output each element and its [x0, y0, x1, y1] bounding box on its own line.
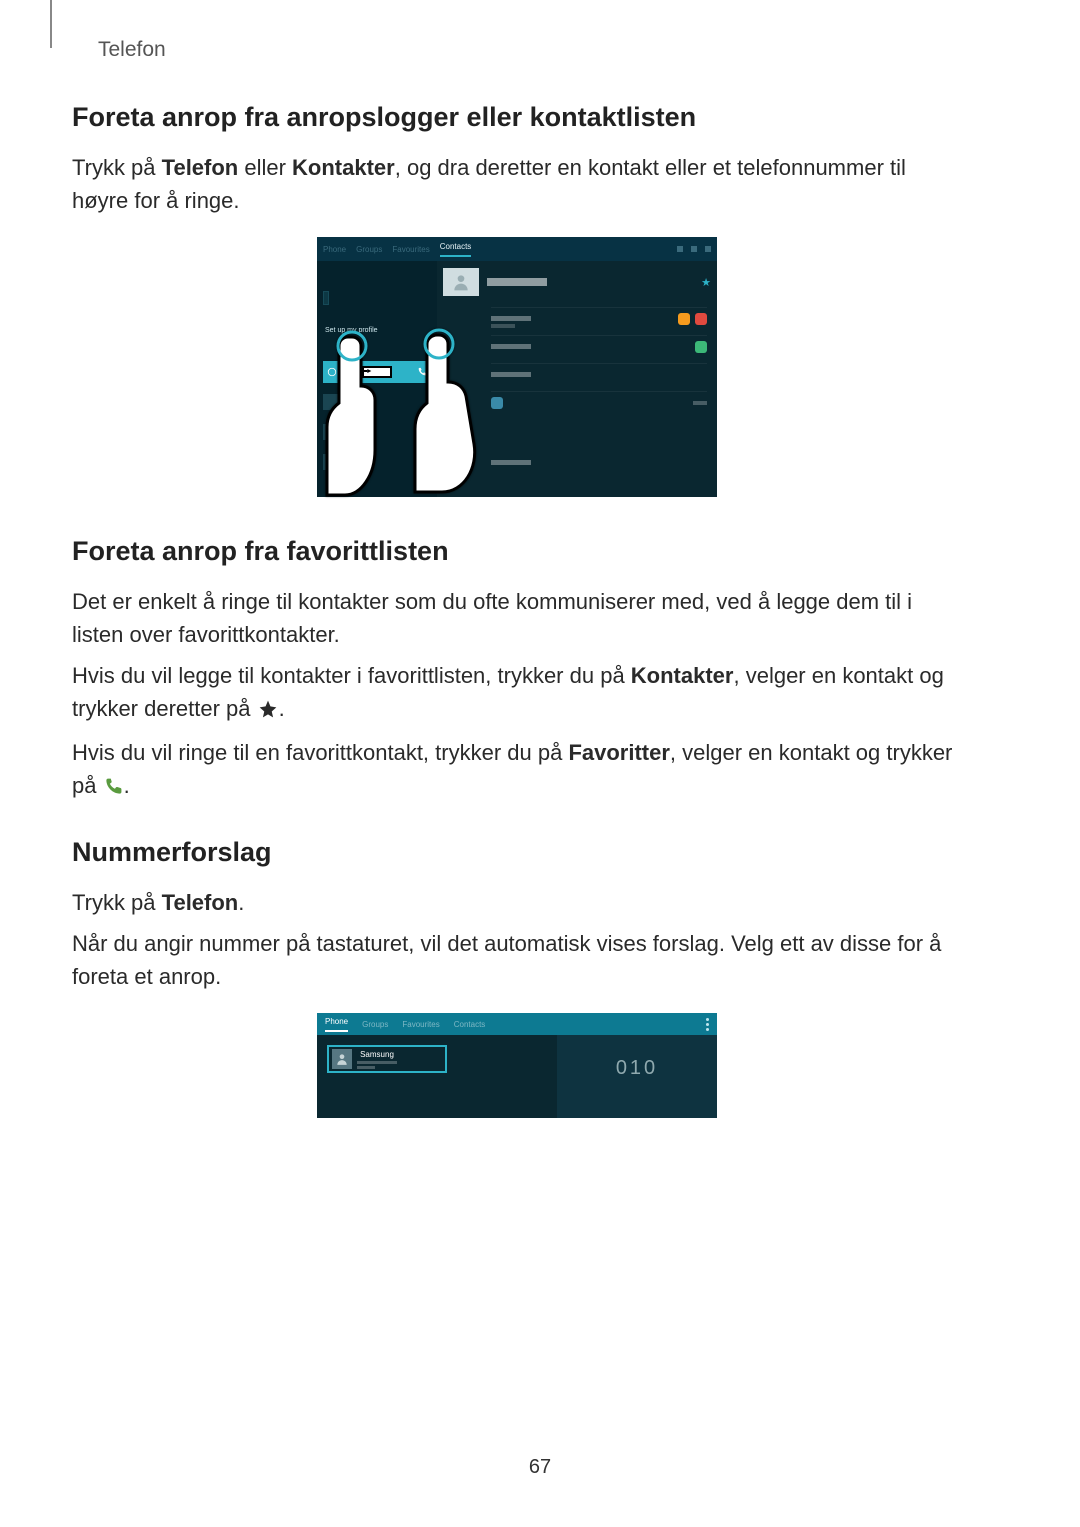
tab-contacts: Contacts	[454, 1020, 486, 1029]
detail-row-connected	[491, 363, 707, 385]
section-title-favorites: Foreta anrop fra favorittlisten	[72, 536, 962, 567]
list-item	[323, 451, 431, 473]
figure2-wrapper: Phone Groups Favourites Contacts Samsung	[72, 1013, 962, 1123]
section2-p1: Det er enkelt å ringe til kontakter som …	[72, 585, 962, 651]
section3-p2: Når du angir nummer på tastaturet, vil d…	[72, 927, 962, 993]
contact-list-column: Set up my profile	[317, 261, 437, 497]
text-run: Trykk på	[72, 155, 162, 180]
refresh-icon	[327, 367, 337, 377]
list-item	[323, 421, 431, 443]
list-item	[323, 391, 431, 413]
tab-phone: Phone	[323, 245, 346, 254]
section-suggestions: Nummerforslag Trykk på Telefon. Når du a…	[72, 837, 962, 1123]
page-number: 67	[0, 1456, 1080, 1479]
chapter-title: Telefon	[98, 38, 166, 62]
detail-row-app	[491, 391, 707, 413]
text-bold-favoritter: Favoritter	[568, 740, 669, 765]
text-bold-kontakter: Kontakter	[292, 155, 395, 180]
tab-contacts: Contacts	[440, 242, 472, 257]
text-bold-kontakter2: Kontakter	[631, 663, 734, 688]
page-content: Foreta anrop fra anropslogger eller kont…	[72, 102, 962, 1157]
detail-row-video	[491, 335, 707, 357]
phone-icon	[104, 772, 123, 805]
avatar	[443, 268, 479, 296]
detail-row	[491, 451, 707, 473]
app-icon	[491, 397, 503, 409]
figure-contacts-swipe: Phone Groups Favourites Contacts Set up …	[317, 237, 717, 497]
suggestion-item: Samsung	[327, 1045, 447, 1073]
section1-paragraph: Trykk på Telefon eller Kontakter, og dra…	[72, 151, 962, 217]
figure1-tabs: Phone Groups Favourites Contacts	[317, 237, 717, 261]
detail-row-phone	[491, 307, 707, 329]
text-run: Trykk på	[72, 890, 162, 915]
figure2-tabs: Phone Groups Favourites Contacts	[317, 1013, 717, 1035]
section2-p2: Hvis du vil legge til kontakter i favori…	[72, 659, 962, 728]
suggestion-text: Samsung	[357, 1050, 397, 1069]
call-icon	[678, 313, 690, 325]
tab-groups: Groups	[356, 245, 382, 254]
tab-favourites: Favourites	[402, 1020, 439, 1029]
search-box	[323, 291, 329, 305]
star-icon	[258, 695, 278, 728]
section3-p1: Trykk på Telefon.	[72, 886, 962, 919]
video-icon	[695, 341, 707, 353]
text-run: .	[238, 890, 244, 915]
text-bold-telefon: Telefon	[162, 155, 239, 180]
section2-p3: Hvis du vil ringe til en favorittkontakt…	[72, 736, 962, 805]
header-icons	[677, 246, 711, 252]
figure-number-suggestion: Phone Groups Favourites Contacts Samsung	[317, 1013, 717, 1118]
tab-groups: Groups	[362, 1020, 388, 1029]
tab-favourites: Favourites	[392, 245, 429, 254]
contact-name-blur	[487, 278, 547, 286]
suggestion-name: Samsung	[357, 1050, 397, 1059]
contact-detail-column: ★	[437, 261, 717, 497]
text-bold-telefon2: Telefon	[162, 890, 239, 915]
side-rule	[50, 0, 52, 48]
section-title-calllog: Foreta anrop fra anropslogger eller kont…	[72, 102, 962, 133]
section-title-suggestions: Nummerforslag	[72, 837, 962, 868]
figure1-wrapper: Phone Groups Favourites Contacts Set up …	[72, 237, 962, 502]
tab-phone: Phone	[325, 1017, 348, 1032]
star-icon: ★	[701, 276, 711, 289]
swipe-arrow-icon	[362, 366, 392, 378]
phone-icon	[417, 367, 427, 377]
overflow-menu-icon	[706, 1018, 709, 1031]
swipe-item	[323, 361, 431, 383]
dial-pad-display: 010	[557, 1035, 717, 1118]
avatar	[332, 1049, 352, 1069]
text-run: eller	[238, 155, 292, 180]
text-run: Hvis du vil legge til kontakter i favori…	[72, 663, 631, 688]
text-run: .	[124, 773, 130, 798]
dialed-number: 010	[616, 1057, 658, 1080]
contact-detail-header: ★	[443, 267, 711, 297]
setup-profile-label: Set up my profile	[325, 327, 378, 334]
text-run: .	[279, 696, 285, 721]
message-icon	[695, 313, 707, 325]
text-run: Hvis du vil ringe til en favorittkontakt…	[72, 740, 568, 765]
section-favorites: Foreta anrop fra favorittlisten Det er e…	[72, 536, 962, 805]
